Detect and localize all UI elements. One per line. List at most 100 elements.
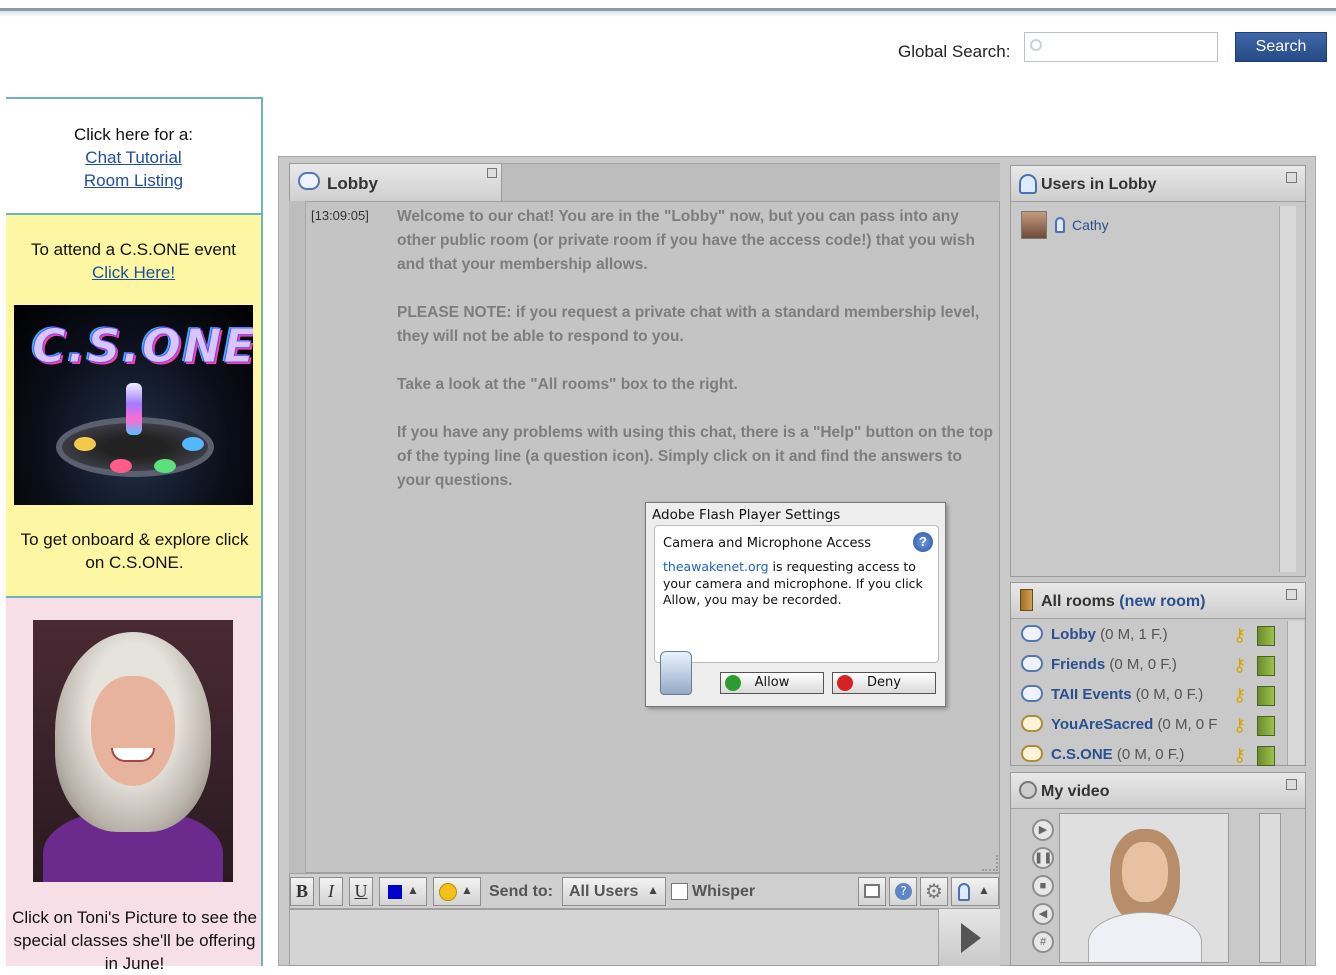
minimize-icon[interactable] (1286, 589, 1297, 600)
room-list-item[interactable]: Lobby (0 M, 1 F.) ⚷ (1019, 621, 1281, 651)
play-icon[interactable]: ▶ (1032, 819, 1054, 841)
help-button[interactable]: ? (889, 877, 917, 906)
underline-button[interactable]: U (349, 877, 373, 906)
allow-label: Allow (754, 675, 790, 690)
resize-grip-icon[interactable] (982, 855, 998, 871)
whisper-checkbox[interactable] (671, 883, 688, 900)
message-paragraph: PLEASE NOTE: if you request a private ch… (397, 304, 980, 345)
italic-button[interactable]: I (319, 877, 343, 906)
video-volume-slider[interactable] (1259, 813, 1281, 963)
csone-logo-image[interactable]: C.S.ONE (14, 305, 253, 505)
stop-icon[interactable]: ■ (1032, 875, 1054, 897)
enter-room-icon[interactable] (1257, 716, 1275, 736)
rooms-panel: All rooms (new room) Lobby (0 M, 1 F.) ⚷… (1010, 582, 1306, 766)
chevron-up-icon: ▲ (461, 883, 473, 897)
new-room-link[interactable]: (new room) (1119, 593, 1205, 610)
room-listing-link[interactable]: Room Listing (6, 169, 261, 192)
enter-room-icon[interactable] (1257, 686, 1275, 706)
rooms-scrollbar[interactable] (1287, 621, 1304, 765)
send-to-select[interactable]: All Users ▲ (562, 877, 666, 906)
flash-dialog-content: Camera and Microphone Access ? theawaken… (654, 525, 939, 663)
chevron-up-icon: ▲ (647, 883, 659, 897)
send-to-value: All Users (569, 883, 639, 900)
chat-bubble-icon (1021, 685, 1043, 702)
room-list-item[interactable]: YouAreSacred (0 M, 0 F ⚷ (1019, 711, 1281, 741)
toni-caption: Click on Toni's Picture to see the speci… (12, 908, 257, 973)
chevron-up-icon: ▲ (978, 883, 990, 897)
key-icon[interactable]: ⚷ (1233, 745, 1253, 765)
event-box: To attend a C.S.ONE event Click Here! C.… (6, 213, 263, 596)
smiley-icon (439, 883, 457, 901)
search-icon (1030, 39, 1042, 51)
locked-room-icon (1021, 715, 1043, 732)
chat-tutorial-link[interactable]: Chat Tutorial (6, 146, 261, 169)
message-toolbar: B I U ▲ ▲ Send to: All Users ▲ Whisper ?… (289, 873, 1000, 909)
help-icon[interactable]: ? (913, 532, 933, 552)
room-name-wrap: Friends (0 M, 0 F.) (1051, 656, 1177, 673)
text-color-button[interactable]: ▲ (379, 877, 427, 906)
settings-button[interactable]: ⚙ (920, 877, 948, 906)
flash-dialog-message: theawakenet.org is requesting access to … (663, 559, 933, 609)
check-icon (725, 675, 741, 691)
minimize-icon[interactable] (1286, 779, 1297, 790)
event-click-here-link[interactable]: Click Here! (6, 261, 261, 284)
key-icon[interactable]: ⚷ (1233, 715, 1253, 735)
csone-dot (154, 459, 176, 473)
tab-lobby-label: Lobby (327, 174, 378, 193)
room-name-wrap: C.S.ONE (0 M, 0 F.) (1051, 746, 1184, 763)
send-button[interactable] (938, 909, 1000, 966)
webcam-icon (1019, 781, 1037, 799)
flash-dialog-title: Adobe Flash Player Settings (652, 507, 841, 523)
door-icon (1020, 589, 1033, 611)
key-icon[interactable]: ⚷ (1233, 655, 1253, 675)
global-search-input[interactable] (1024, 32, 1218, 62)
settings-icon[interactable]: # (1032, 931, 1054, 953)
users-scrollbar[interactable] (1279, 206, 1296, 572)
room-name: C.S.ONE (1051, 746, 1113, 763)
users-icon (1019, 174, 1037, 194)
deny-icon (837, 675, 853, 691)
room-list-item[interactable]: TAII Events (0 M, 0 F.) ⚷ (1019, 681, 1281, 711)
key-icon[interactable]: ⚷ (1233, 625, 1253, 645)
room-name: TAII Events (1051, 686, 1132, 703)
event-caption: To get onboard & explore click on C.S.ON… (20, 530, 249, 572)
requesting-domain: theawakenet.org (663, 559, 769, 574)
flash-dialog-heading: Camera and Microphone Access (663, 536, 872, 551)
video-feed (1059, 813, 1229, 963)
allow-button[interactable]: Allow (720, 672, 824, 694)
chat-bubble-icon (1021, 625, 1043, 642)
room-list-item[interactable]: Friends (0 M, 0 F.) ⚷ (1019, 651, 1281, 681)
users-panel-title: Users in Lobby (1041, 176, 1157, 193)
room-list-item[interactable]: C.S.ONE (0 M, 0 F.) ⚷ (1019, 741, 1281, 771)
deny-label: Deny (867, 675, 901, 690)
enter-room-icon[interactable] (1257, 626, 1275, 646)
rooms-panel-header: All rooms (new room) (1011, 583, 1305, 619)
deny-button[interactable]: Deny (832, 672, 936, 694)
search-button[interactable]: Search (1235, 32, 1327, 62)
toni-picture[interactable] (33, 620, 233, 882)
key-icon[interactable]: ⚷ (1233, 685, 1253, 705)
tab-lobby[interactable]: Lobby (289, 163, 502, 201)
tutorial-box: Click here for a: Chat Tutorial Room Lis… (6, 97, 263, 213)
emoticon-button[interactable]: ▲ (433, 877, 481, 906)
rooms-title-text: All rooms (1041, 593, 1115, 610)
whisper-label: Whisper (692, 883, 756, 900)
room-name: Friends (1051, 656, 1106, 673)
message-paragraph: If you have any problems with using this… (397, 424, 994, 489)
tab-close-icon[interactable] (487, 168, 497, 178)
video-person-face (1122, 842, 1168, 902)
volume-icon[interactable]: ◀ (1032, 903, 1054, 925)
user-menu-button[interactable]: ▲ (951, 877, 999, 906)
message-input[interactable] (289, 909, 1000, 966)
pause-icon[interactable]: ❚❚ (1032, 847, 1054, 869)
enter-room-icon[interactable] (1257, 656, 1275, 676)
chat-scrollbar[interactable] (289, 201, 306, 873)
window-button[interactable] (858, 877, 886, 906)
minimize-icon[interactable] (1286, 172, 1297, 183)
room-name-wrap: YouAreSacred (0 M, 0 F (1051, 716, 1217, 733)
send-to-label: Send to: (489, 883, 553, 900)
enter-room-icon[interactable] (1257, 746, 1275, 766)
bold-button[interactable]: B (290, 877, 314, 906)
room-count: (0 M, 0 F.) (1135, 686, 1204, 703)
room-name-wrap: Lobby (0 M, 1 F.) (1051, 626, 1168, 643)
